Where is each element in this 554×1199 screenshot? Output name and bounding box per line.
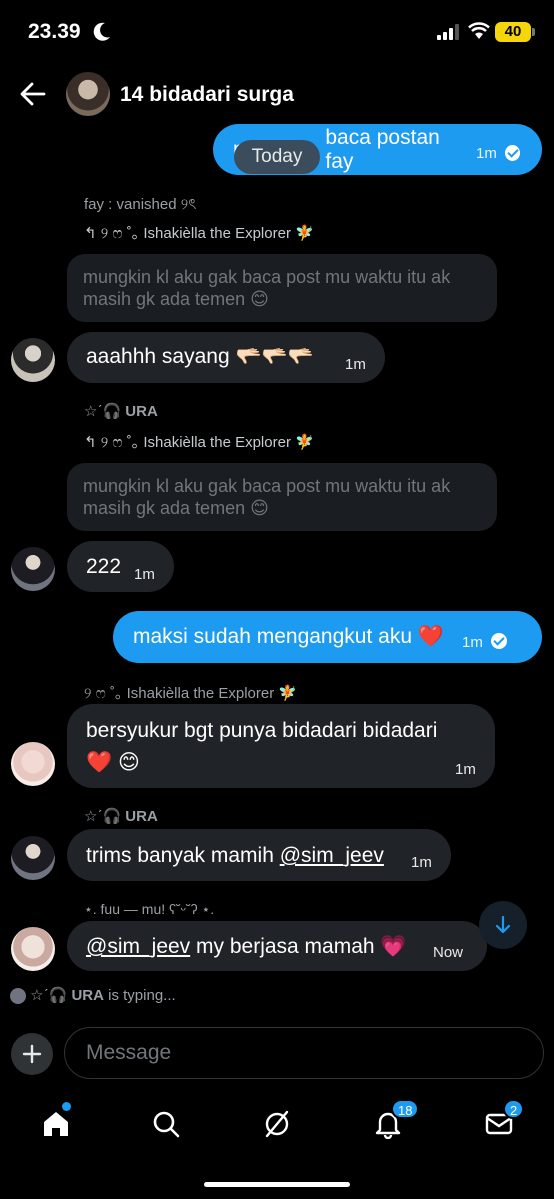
reply-indicator[interactable]: ↰ ୨ ෆ ˚｡ Ishakièlla the Explorer 🧚 bbox=[84, 222, 314, 243]
messages-badge: 2 bbox=[503, 1099, 525, 1119]
home-icon bbox=[44, 1112, 68, 1136]
typing-avatar bbox=[10, 988, 26, 1005]
message-time: 1m bbox=[475, 145, 497, 162]
sender-avatar[interactable] bbox=[11, 927, 55, 971]
message-text: trims banyak mamih @sim_jeev bbox=[86, 844, 384, 868]
message-text: baca postan fay bbox=[325, 125, 440, 173]
message-bubble-incoming[interactable]: 222 1m bbox=[67, 541, 174, 592]
plus-icon bbox=[22, 1044, 42, 1064]
chat-header: 14 bidadari surga bbox=[0, 62, 554, 124]
typing-name: URA bbox=[71, 987, 104, 1004]
add-attachment-button[interactable] bbox=[11, 1033, 53, 1075]
sender-avatar[interactable] bbox=[11, 338, 55, 382]
notifications-badge: 18 bbox=[391, 1099, 420, 1119]
message-text: maksi sudah mengangkut aku ❤️ bbox=[133, 625, 444, 648]
message-time: 1m bbox=[411, 854, 432, 871]
tab-grok[interactable] bbox=[257, 1104, 297, 1144]
message-time: 1m bbox=[134, 566, 155, 583]
message-time: 1m bbox=[345, 356, 366, 373]
message-bubble-incoming[interactable]: @sim_jeev my berjasa mamah 💗 Now bbox=[67, 921, 487, 971]
typing-suffix: is typing... bbox=[108, 987, 176, 1004]
message-input[interactable]: Message bbox=[64, 1027, 544, 1079]
message-time: Now bbox=[433, 944, 464, 961]
message-text: @sim_jeev my berjasa mamah 💗 bbox=[86, 935, 407, 959]
status-time: 23.39 bbox=[28, 20, 81, 43]
grok-icon bbox=[265, 1110, 289, 1138]
message-time: 1m bbox=[461, 633, 483, 651]
message-bubble-incoming[interactable]: trims banyak mamih @sim_jeev 1m bbox=[67, 829, 451, 881]
battery-indicator: 40 bbox=[495, 22, 531, 42]
sender-name: ⋆. fuu — mu! ʕ˘ᵕ˘ʔ ⋆. bbox=[84, 901, 215, 917]
chat-title[interactable]: 14 bidadari surga bbox=[120, 83, 294, 107]
moon-icon bbox=[93, 22, 110, 41]
message-bubble-incoming[interactable]: aaahhh sayang 🫳🏻🫳🏻🫳🏻 1m bbox=[67, 332, 385, 383]
tab-search[interactable] bbox=[146, 1104, 186, 1144]
home-indicator bbox=[204, 1182, 350, 1187]
message-text: aaahhh sayang 🫳🏻🫳🏻🫳🏻 bbox=[86, 345, 314, 368]
sender-name: ୨ ෆ ˚｡ Ishakièlla the Explorer 🧚 bbox=[84, 685, 298, 702]
typing-indicator: ☆ˊ🎧 URA is typing... bbox=[10, 986, 176, 1005]
sender-avatar[interactable] bbox=[11, 836, 55, 880]
mention-link[interactable]: @sim_jeev bbox=[86, 935, 190, 958]
message-bubble-outgoing[interactable]: maksi sudah mengangkut aku ❤️ 1m bbox=[113, 611, 542, 663]
status-bar: 23.39 40 bbox=[0, 0, 554, 62]
sender-prefix: ☆ˊ🎧 bbox=[84, 808, 122, 825]
sender-name: ☆ˊ🎧 URA bbox=[84, 402, 158, 420]
message-text-line-1: bersyukur bgt punya bidadari bidadari bbox=[86, 719, 438, 742]
sender-name: ☆ˊ🎧 URA bbox=[84, 807, 158, 825]
mention-link[interactable]: @sim_jeev bbox=[280, 844, 384, 867]
sender-prefix: ☆ˊ🎧 bbox=[84, 403, 122, 420]
tab-home[interactable] bbox=[36, 1104, 76, 1144]
read-check-icon bbox=[490, 633, 507, 649]
group-avatar[interactable] bbox=[66, 72, 110, 116]
home-notification-dot bbox=[62, 1102, 71, 1111]
message-time: 1m bbox=[455, 761, 476, 778]
quoted-message[interactable]: mungkin kl aku gak baca post mu waktu it… bbox=[67, 463, 497, 531]
sender-name: fay : vanished ୨ৎ bbox=[84, 196, 197, 213]
quoted-message[interactable]: mungkin kl aku gak baca post mu waktu it… bbox=[67, 254, 497, 322]
scroll-to-bottom-button[interactable] bbox=[479, 901, 527, 949]
date-divider-today: Today bbox=[234, 140, 320, 174]
back-arrow-icon[interactable] bbox=[18, 80, 48, 108]
message-bubble-incoming[interactable]: bersyukur bgt punya bidadari bidadari ❤️… bbox=[67, 704, 495, 788]
read-check-icon bbox=[504, 144, 520, 161]
message-text-body: trims banyak mamih bbox=[86, 844, 280, 867]
reply-indicator[interactable]: ↰ ୨ ෆ ˚｡ Ishakièlla the Explorer 🧚 bbox=[84, 431, 314, 452]
sender-name-label: URA bbox=[125, 808, 158, 825]
message-text: 222 bbox=[86, 555, 122, 578]
wifi-icon bbox=[468, 22, 490, 39]
message-text-line-2: ❤️ 😊 bbox=[86, 751, 140, 774]
sender-name-label: URA bbox=[125, 403, 158, 420]
message-text-body: my berjasa mamah 💗 bbox=[190, 935, 407, 958]
sender-avatar[interactable] bbox=[11, 547, 55, 591]
cellular-signal-icon bbox=[437, 24, 459, 40]
typing-prefix: ☆ˊ🎧 bbox=[30, 987, 68, 1004]
search-icon bbox=[153, 1111, 180, 1138]
sender-avatar[interactable] bbox=[11, 742, 55, 786]
battery-tip bbox=[532, 28, 535, 36]
arrow-down-icon bbox=[495, 915, 511, 934]
